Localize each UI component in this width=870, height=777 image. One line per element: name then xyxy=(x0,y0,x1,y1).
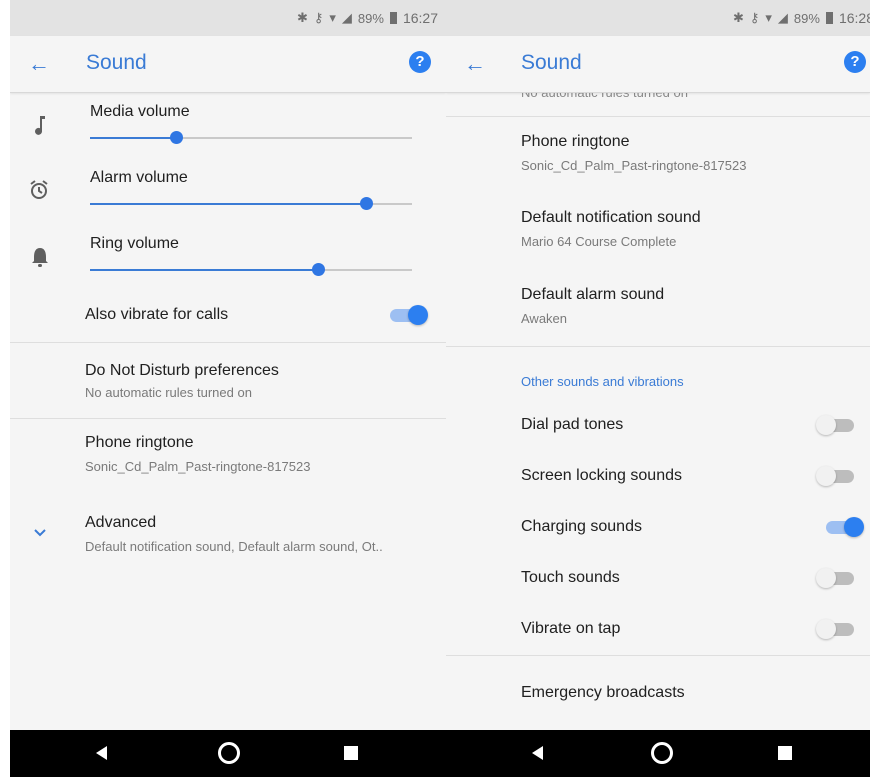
divider xyxy=(446,346,870,347)
vibrate-on-tap-label: Vibrate on tap xyxy=(521,620,621,637)
help-icon[interactable]: ? xyxy=(409,51,431,73)
wifi-icon: ▾ xyxy=(765,10,772,25)
phone-ringtone-subtitle: Sonic_Cd_Palm_Past-ringtone-817523 xyxy=(85,459,311,474)
vpn-key-icon: ⚷ xyxy=(313,10,324,25)
back-arrow-icon[interactable]: ← xyxy=(28,52,52,76)
nav-recents-icon[interactable] xyxy=(344,746,358,760)
nav-home-icon[interactable] xyxy=(218,742,240,764)
media-volume-label: Media volume xyxy=(90,103,190,120)
signal-icon: ◢ xyxy=(777,10,788,25)
clock: 16:27 xyxy=(402,10,438,26)
divider xyxy=(10,342,446,343)
vpn-key-icon: ⚷ xyxy=(749,10,760,25)
alarm-sound-subtitle: Awaken xyxy=(521,311,568,326)
signal-icon: ◢ xyxy=(341,10,352,25)
screen-locking-sounds-label: Screen locking sounds xyxy=(521,467,682,484)
notification-sound-subtitle: Mario 64 Course Complete xyxy=(521,234,677,249)
divider xyxy=(446,116,870,117)
nav-back-icon[interactable] xyxy=(96,746,107,760)
bluetooth-icon: ✱ xyxy=(296,10,308,25)
nav-recents-icon[interactable] xyxy=(778,746,792,760)
alarm-sound-title[interactable]: Default alarm sound xyxy=(521,286,664,304)
divider xyxy=(446,655,870,656)
page-title: Sound xyxy=(86,51,147,74)
touch-sounds-label: Touch sounds xyxy=(521,569,620,586)
left-sound-screen: ✱ ⚷ ▾ ◢ 89% 16:27 ← Sound ? Media volume… xyxy=(10,0,446,777)
dial-pad-tones-label: Dial pad tones xyxy=(521,416,624,433)
notification-sound-title[interactable]: Default notification sound xyxy=(521,209,701,227)
battery-icon xyxy=(389,12,397,24)
alarm-volume-label: Alarm volume xyxy=(90,169,188,186)
phone-ringtone-title[interactable]: Phone ringtone xyxy=(85,434,194,452)
navigation-bar xyxy=(446,730,870,777)
page-title: Sound xyxy=(521,51,582,74)
bluetooth-icon: ✱ xyxy=(732,10,744,25)
nav-back-icon[interactable] xyxy=(532,746,543,760)
vibrate-for-calls-toggle[interactable] xyxy=(390,303,428,327)
alarm-volume-slider[interactable] xyxy=(90,197,412,210)
navigation-bar xyxy=(10,730,446,777)
divider xyxy=(10,418,446,419)
alarm-clock-icon xyxy=(30,180,48,199)
nav-home-icon[interactable] xyxy=(651,742,673,764)
other-sounds-header: Other sounds and vibrations xyxy=(521,374,684,389)
clock: 16:28 xyxy=(838,10,870,26)
bell-icon xyxy=(32,248,48,267)
vibrate-on-tap-toggle[interactable] xyxy=(816,617,854,641)
advanced-title[interactable]: Advanced xyxy=(85,514,156,532)
vibrate-for-calls-label: Also vibrate for calls xyxy=(85,306,229,323)
right-sound-screen: ✱ ⚷ ▾ ◢ 89% 16:28 No automatic rules tur… xyxy=(446,0,870,777)
emergency-broadcasts[interactable]: Emergency broadcasts xyxy=(521,684,685,702)
back-arrow-icon[interactable]: ← xyxy=(464,52,488,76)
music-note-icon xyxy=(35,116,45,135)
phone-ringtone-subtitle: Sonic_Cd_Palm_Past-ringtone-817523 xyxy=(521,158,747,173)
dial-pad-tones-toggle[interactable] xyxy=(816,413,854,437)
battery-percent: 89% xyxy=(793,10,820,26)
charging-sounds-toggle[interactable] xyxy=(826,515,864,539)
charging-sounds-label: Charging sounds xyxy=(521,518,642,535)
media-volume-slider[interactable] xyxy=(90,131,412,144)
touch-sounds-toggle[interactable] xyxy=(816,566,854,590)
phone-ringtone-title[interactable]: Phone ringtone xyxy=(521,133,630,151)
ring-volume-label: Ring volume xyxy=(90,235,179,252)
dnd-preferences-title[interactable]: Do Not Disturb preferences xyxy=(85,362,279,380)
app-bar: ← Sound ? xyxy=(446,36,870,93)
chevron-down-icon[interactable] xyxy=(30,522,50,546)
app-bar: ← Sound ? xyxy=(10,36,446,93)
screen-locking-sounds-toggle[interactable] xyxy=(816,464,854,488)
status-bar: ✱ ⚷ ▾ ◢ 89% 16:28 xyxy=(446,0,870,36)
battery-icon xyxy=(825,12,833,24)
ring-volume-slider[interactable] xyxy=(90,263,412,276)
battery-percent: 89% xyxy=(357,10,384,26)
wifi-icon: ▾ xyxy=(329,10,336,25)
dnd-preferences-subtitle: No automatic rules turned on xyxy=(85,385,252,400)
help-icon[interactable]: ? xyxy=(844,51,866,73)
status-bar: ✱ ⚷ ▾ ◢ 89% 16:27 xyxy=(10,0,446,36)
advanced-subtitle: Default notification sound, Default alar… xyxy=(85,539,383,554)
